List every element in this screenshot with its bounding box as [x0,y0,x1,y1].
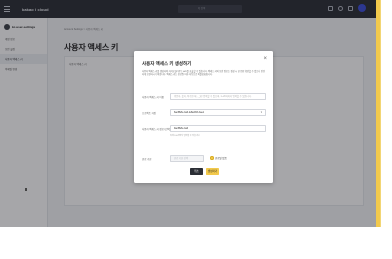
never-expire-label: 만료일 없음 [215,157,227,160]
modal-title: 사용자 액세스 키 생성하기 [142,61,192,66]
project-label: 프로젝트 지정 [142,112,156,115]
mouse-cursor [25,188,27,191]
window-accent-edge [380,0,381,227]
close-icon[interactable]: × [263,56,267,62]
access-key-info-label: 사용자 액세스 키 정보 (선택) [142,128,171,131]
expiry-date-input[interactable]: 만료 기한 선택 [170,155,204,162]
cancel-button[interactable]: 취소 [190,168,203,175]
access-key-name-label: 사용자 액세스 키 이름 [142,96,164,99]
never-expire-checkbox[interactable] [210,156,214,160]
project-select-value: 6ac882fe-ba6-fe8ac8b3-bae1 [174,112,205,114]
access-key-info-input[interactable]: 9ac882fe-ba6 [170,125,266,132]
app-frame: kakao i cloud Q 검색 kc-user-settings 계정 정… [0,0,380,227]
create-access-key-modal: 사용자 액세스 키 생성하기 × 사용자 액세스 키를 생성하여 카카오클라우드… [134,51,273,183]
project-select[interactable]: 6ac882fe-ba6-fe8ac8b3-bae1 ▾ [170,109,266,116]
never-expire-option[interactable]: 만료일 없음 [210,156,227,160]
access-key-info-hint: 최대 100자까지 입력할 수 있습니다. [170,134,201,137]
create-button[interactable]: 생성하기 [206,168,219,175]
chevron-down-icon: ▾ [260,111,262,114]
expiry-label: 만료 기한 [142,158,152,161]
modal-description: 사용자 액세스 키를 생성하여 카카오클라우드 API를 호출할 수 있습니다.… [142,71,265,77]
access-key-name-input[interactable]: 영문자, 숫자, 특수문자(-, _)만 입력할 수 있으며, 1~20자까지 … [170,93,266,100]
